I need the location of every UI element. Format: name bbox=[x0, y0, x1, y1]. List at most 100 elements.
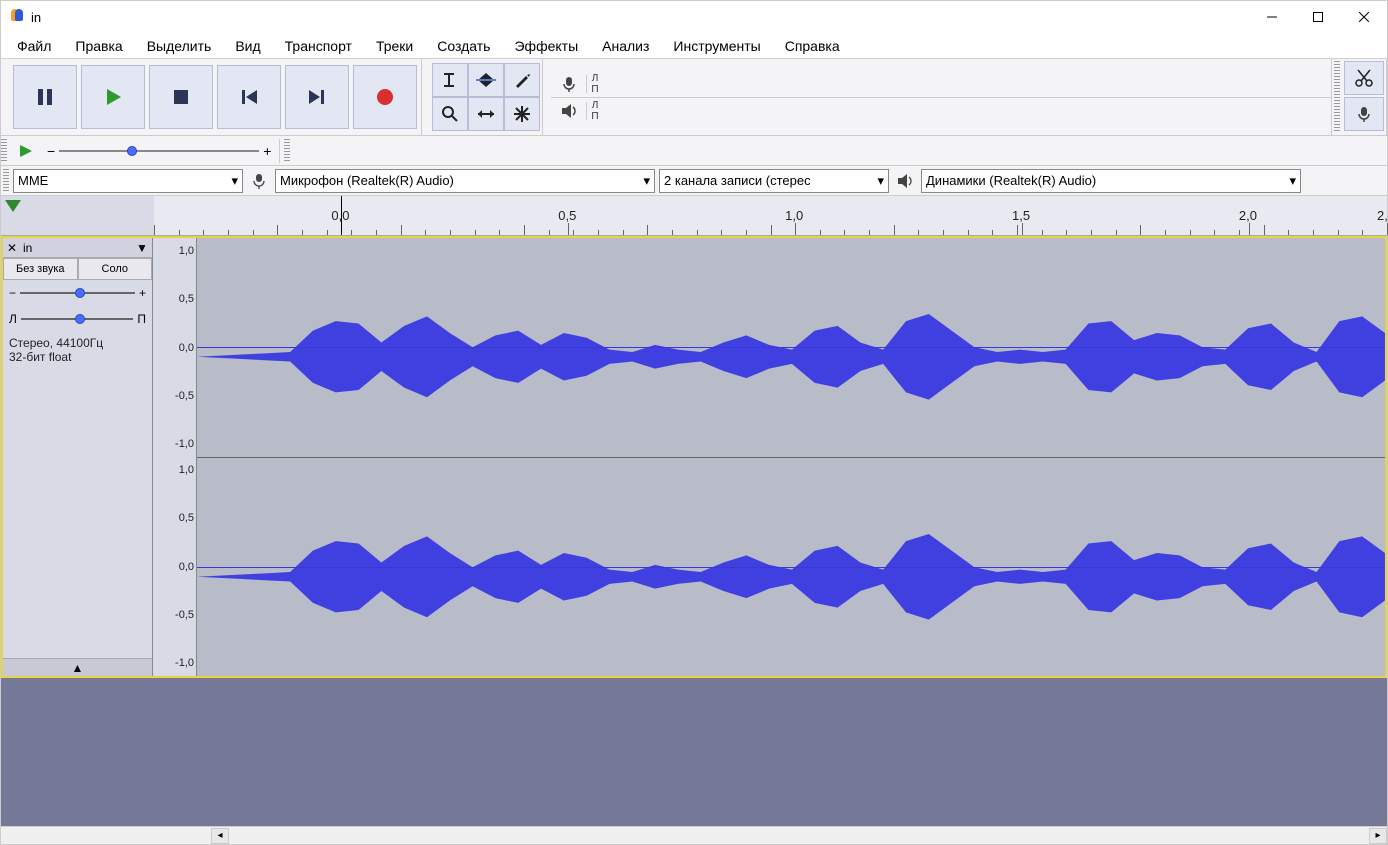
playback-meter[interactable]: ЛП -54-48-42-36-30-24-18-12-60 bbox=[551, 98, 1331, 124]
playback-speed-slider[interactable] bbox=[59, 141, 259, 161]
mic-setup-button[interactable] bbox=[1344, 97, 1384, 131]
menu-generate[interactable]: Создать bbox=[425, 35, 502, 57]
tracks-area: ✕ in ▼ Без звука Соло − + Л П bbox=[1, 236, 1387, 826]
record-button[interactable] bbox=[353, 65, 417, 129]
amp-label: -0,5 bbox=[175, 390, 194, 402]
amp-label: 0,5 bbox=[179, 293, 194, 305]
menu-view[interactable]: Вид bbox=[223, 35, 272, 57]
recording-channels-value: 2 канала записи (стерес bbox=[664, 173, 811, 188]
meter-label-L: Л bbox=[592, 73, 599, 84]
ruler-label: 2,0 bbox=[1239, 208, 1257, 223]
menu-analyze[interactable]: Анализ bbox=[590, 35, 661, 57]
skip-end-button[interactable] bbox=[285, 65, 349, 129]
empty-track-area[interactable] bbox=[1, 678, 1387, 726]
envelope-tool[interactable] bbox=[468, 63, 504, 97]
app-icon bbox=[9, 9, 25, 25]
device-toolbar: MME▾ Микрофон (Realtek(R) Audio)▾ 2 кана… bbox=[1, 166, 1387, 196]
pan-slider[interactable]: Л П bbox=[3, 306, 152, 332]
menu-bar: Файл Правка Выделить Вид Транспорт Треки… bbox=[1, 33, 1387, 59]
speaker-icon[interactable] bbox=[551, 102, 587, 120]
menu-file[interactable]: Файл bbox=[5, 35, 63, 57]
amp-label: 0,5 bbox=[179, 512, 194, 524]
speed-minus: − bbox=[43, 143, 59, 159]
app-window: in Файл Правка Выделить Вид Транспорт Тр… bbox=[0, 0, 1388, 845]
multi-tool[interactable] bbox=[504, 97, 540, 131]
amp-label: 1,0 bbox=[179, 464, 194, 476]
maximize-button[interactable] bbox=[1295, 1, 1341, 33]
toolbar-grip[interactable] bbox=[284, 139, 290, 163]
gain-plus: + bbox=[139, 286, 146, 300]
timeshift-tool[interactable] bbox=[468, 97, 504, 131]
playback-device-value: Динамики (Realtek(R) Audio) bbox=[926, 173, 1096, 188]
transport-toolbar-row: ЛП -54 -48 Щёлкните для старта мониторин… bbox=[1, 59, 1387, 136]
meter-label-L: Л bbox=[592, 100, 599, 111]
play-at-speed-button[interactable] bbox=[13, 138, 39, 164]
ruler-label: 2,5 bbox=[1377, 208, 1388, 223]
titlebar: in bbox=[1, 1, 1387, 33]
mute-button[interactable]: Без звука bbox=[3, 258, 78, 280]
speed-plus: + bbox=[259, 143, 275, 159]
audio-host-combo[interactable]: MME▾ bbox=[13, 169, 243, 193]
menu-tools[interactable]: Инструменты bbox=[661, 35, 772, 57]
ruler-label: 1,0 bbox=[785, 208, 803, 223]
horizontal-scrollbar[interactable]: ◂ ▸ bbox=[1, 826, 1387, 844]
play-at-speed-toolbar: − + bbox=[1, 136, 1387, 166]
track-close-button[interactable]: ✕ bbox=[3, 241, 21, 255]
menu-transport[interactable]: Транспорт bbox=[273, 35, 364, 57]
playback-device-combo[interactable]: Динамики (Realtek(R) Audio)▾ bbox=[921, 169, 1301, 193]
pause-button[interactable] bbox=[13, 65, 77, 129]
amp-label: -1,0 bbox=[175, 438, 194, 450]
waveform-right[interactable] bbox=[197, 458, 1385, 677]
amp-label: -0,5 bbox=[175, 609, 194, 621]
amp-label: 1,0 bbox=[179, 245, 194, 257]
menu-select[interactable]: Выделить bbox=[135, 35, 224, 57]
zoom-tool[interactable] bbox=[432, 97, 468, 131]
recording-device-value: Микрофон (Realtek(R) Audio) bbox=[280, 173, 454, 188]
cut-button[interactable] bbox=[1344, 61, 1384, 95]
chevron-down-icon: ▾ bbox=[643, 173, 650, 189]
mic-icon[interactable] bbox=[551, 75, 587, 93]
pan-left: Л bbox=[9, 312, 17, 326]
audio-host-value: MME bbox=[18, 173, 48, 188]
playhead-icon[interactable] bbox=[5, 200, 21, 212]
track-collapse-button[interactable]: ▲ bbox=[3, 658, 152, 676]
menu-edit[interactable]: Правка bbox=[63, 35, 134, 57]
stop-button[interactable] bbox=[149, 65, 213, 129]
recording-meter[interactable]: ЛП -54 -48 Щёлкните для старта мониторин… bbox=[551, 71, 1331, 98]
recording-device-combo[interactable]: Микрофон (Realtek(R) Audio) ▾ bbox=[275, 169, 655, 193]
amplitude-scale: 1,00,50,0-0,5-1,0 1,00,50,0-0,5-1,0 bbox=[153, 238, 197, 676]
waveform-left[interactable] bbox=[197, 238, 1385, 458]
play-button[interactable] bbox=[81, 65, 145, 129]
pan-right: П bbox=[137, 312, 146, 326]
toolbar-grip[interactable] bbox=[3, 169, 9, 193]
minimize-button[interactable] bbox=[1249, 1, 1295, 33]
menu-help[interactable]: Справка bbox=[773, 35, 852, 57]
menu-tracks[interactable]: Треки bbox=[364, 35, 425, 57]
track-bit-depth: 32-бит float bbox=[9, 350, 146, 364]
amp-label: 0,0 bbox=[179, 561, 194, 573]
ruler-label: 0,5 bbox=[558, 208, 576, 223]
track-name[interactable]: in bbox=[21, 241, 132, 255]
toolbar-grip[interactable] bbox=[1, 139, 7, 163]
track-format: Стерео, 44100Гц bbox=[9, 336, 146, 350]
close-button[interactable] bbox=[1341, 1, 1387, 33]
amp-label: -1,0 bbox=[175, 657, 194, 669]
mic-icon bbox=[245, 173, 273, 189]
window-title: in bbox=[31, 10, 41, 25]
audio-track[interactable]: ✕ in ▼ Без звука Соло − + Л П bbox=[1, 236, 1387, 678]
toolbar-grip[interactable] bbox=[1334, 61, 1340, 133]
gain-slider[interactable]: − + bbox=[3, 280, 152, 306]
scroll-left-button[interactable]: ◂ bbox=[211, 828, 229, 844]
selection-tool[interactable] bbox=[432, 63, 468, 97]
track-menu-button[interactable]: ▼ bbox=[132, 241, 152, 255]
skip-start-button[interactable] bbox=[217, 65, 281, 129]
menu-effect[interactable]: Эффекты bbox=[502, 35, 590, 57]
scroll-right-button[interactable]: ▸ bbox=[1369, 828, 1387, 844]
ruler-label: 1,5 bbox=[1012, 208, 1030, 223]
draw-tool[interactable] bbox=[504, 63, 540, 97]
meter-label-P: П bbox=[591, 84, 598, 95]
chevron-down-icon: ▾ bbox=[877, 173, 884, 189]
solo-button[interactable]: Соло bbox=[78, 258, 153, 280]
recording-channels-combo[interactable]: 2 канала записи (стерес ▾ bbox=[659, 169, 889, 193]
timeline-ruler[interactable]: 0,00,51,01,52,02,5 bbox=[1, 196, 1387, 236]
